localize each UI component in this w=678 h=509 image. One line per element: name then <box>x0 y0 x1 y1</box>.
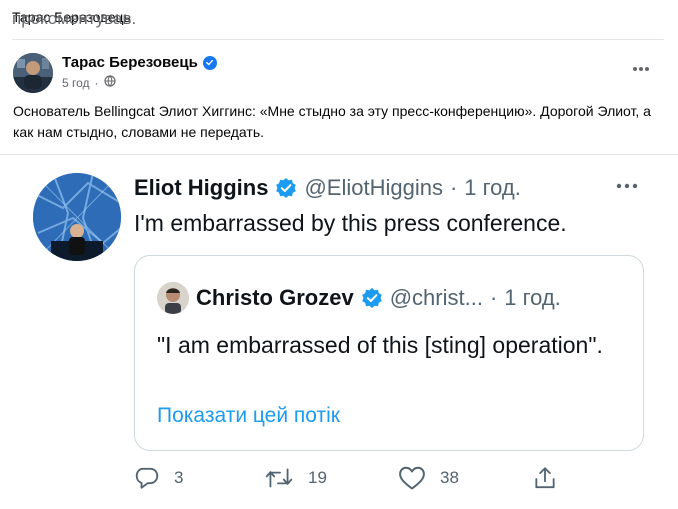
tweet-separator: · <box>449 175 458 200</box>
post-header: Тарас Березовець 5 год · <box>13 53 653 93</box>
quoted-author-name[interactable]: Christo Grozev <box>196 285 354 311</box>
show-thread-link[interactable]: Показати цей потік <box>157 404 340 428</box>
tweet-author-name[interactable]: Eliot Higgins <box>134 175 268 201</box>
post-text: Основатель Bellingcat Элиот Хиггинс: «Мн… <box>13 103 651 140</box>
tweet-header: Eliot Higgins @EliotHiggins · 1 год. <box>134 175 521 201</box>
retweet-button[interactable]: 19 <box>264 465 327 491</box>
quoted-tweet-header: Christo Grozev @christ... · 1 год. <box>157 282 561 314</box>
share-button[interactable] <box>532 465 558 491</box>
quoted-separator: · <box>489 285 498 310</box>
retweet-icon <box>265 468 293 488</box>
quoted-avatar <box>157 282 189 314</box>
globe-icon <box>103 75 116 90</box>
avatar[interactable] <box>13 53 53 93</box>
post-time[interactable]: 5 год <box>62 76 90 90</box>
reply-icon <box>135 467 159 489</box>
quoted-time[interactable]: 1 год. <box>504 285 561 311</box>
reply-button[interactable]: 3 <box>134 465 183 491</box>
tweet-time[interactable]: 1 год. <box>464 175 521 201</box>
tweet-avatar <box>33 173 121 261</box>
heart-icon <box>399 466 425 490</box>
tweet-text: I'm embarrassed by this press conference… <box>134 210 567 236</box>
post-meta: 5 год · <box>62 75 116 90</box>
reply-count: 3 <box>174 468 184 487</box>
tweet-card[interactable]: Eliot Higgins @EliotHiggins · 1 год. I'm… <box>0 154 678 509</box>
activity-action: прокоментував. <box>12 9 137 28</box>
verified-badge-icon <box>361 288 382 308</box>
like-button[interactable]: 38 <box>398 465 459 491</box>
tweet-handle[interactable]: @EliotHiggins <box>304 175 443 201</box>
divider <box>12 39 664 40</box>
share-icon <box>535 467 555 489</box>
like-count: 38 <box>440 468 459 487</box>
activity-line: Тарас Березовець прокоментував. <box>12 9 136 28</box>
post-author-row: Тарас Березовець <box>62 54 217 71</box>
tweet-actions: 3 19 38 <box>134 465 564 495</box>
quoted-handle[interactable]: @christ... <box>390 285 483 311</box>
retweet-count: 19 <box>308 468 327 487</box>
quoted-tweet[interactable]: Christo Grozev @christ... · 1 год. "I am… <box>134 255 644 451</box>
post-author[interactable]: Тарас Березовець <box>62 54 198 71</box>
verified-badge-icon <box>276 178 297 198</box>
verified-badge-icon <box>202 55 217 70</box>
more-horizontal-icon[interactable] <box>629 59 653 79</box>
quoted-text: "I am embarrassed of this [sting] operat… <box>157 332 603 358</box>
meta-dot: · <box>94 75 99 90</box>
tweet-more-icon[interactable] <box>614 179 640 193</box>
